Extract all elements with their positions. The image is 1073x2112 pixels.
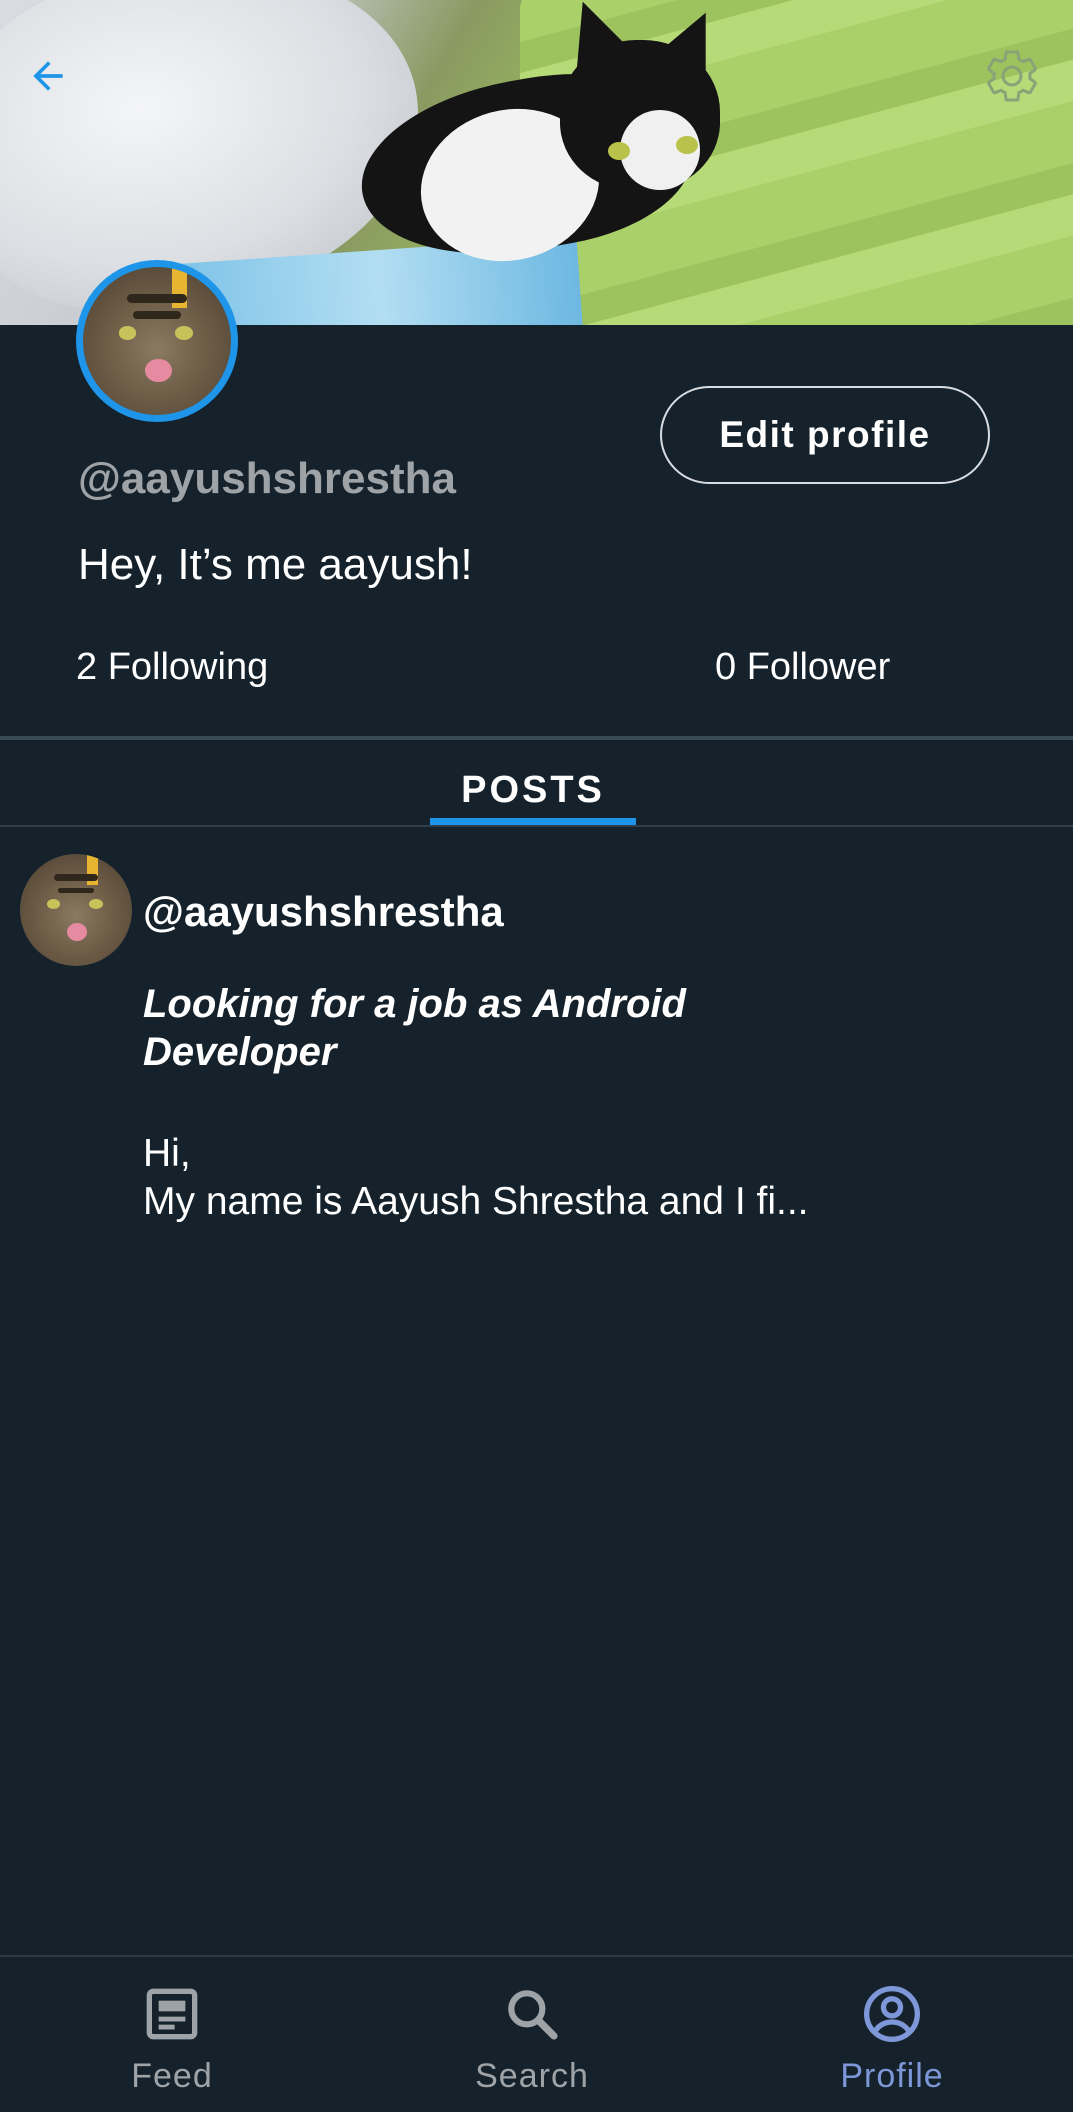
arrow-left-icon (33, 61, 63, 91)
profile-avatar[interactable] (76, 260, 238, 422)
tab-divider (0, 825, 1073, 827)
following-count[interactable]: 2 Following (76, 646, 268, 689)
profile-screen: Edit profile @aayushshrestha Hey, It’s m… (0, 0, 1073, 2112)
account-circle-icon (864, 1986, 920, 2042)
post-body: Hi, My name is Aayush Shrestha and I fi.… (143, 1132, 809, 1223)
nav-label-feed: Feed (131, 2057, 213, 2095)
section-divider (0, 736, 1073, 740)
post-author-avatar[interactable] (20, 854, 132, 966)
gear-icon (987, 50, 1037, 102)
tab-posts[interactable]: POSTS (430, 760, 636, 820)
profile-username: @aayushshrestha (78, 454, 456, 503)
feed-icon (146, 1988, 198, 2040)
bottom-navigation: Feed Search Profile (0, 1955, 1073, 2112)
back-button[interactable] (22, 50, 74, 102)
nav-item-feed[interactable]: Feed (52, 1957, 292, 2112)
nav-item-search[interactable]: Search (412, 1957, 652, 2112)
nav-item-profile[interactable]: Profile (772, 1957, 1012, 2112)
search-icon (508, 1990, 558, 2040)
post-title: Looking for a job as Android Developer (143, 982, 686, 1074)
settings-button[interactable] (980, 44, 1044, 108)
post-author-username[interactable]: @aayushshrestha (143, 888, 504, 936)
post-item[interactable]: @aayushshrestha Looking for a job as And… (0, 840, 1073, 1240)
profile-bio: Hey, It’s me aayush! (78, 540, 473, 589)
follower-count[interactable]: 0 Follower (715, 646, 890, 689)
edit-profile-button[interactable]: Edit profile (660, 386, 990, 484)
nav-label-search: Search (475, 2057, 589, 2095)
nav-label-profile: Profile (840, 2057, 944, 2095)
active-tab-indicator (430, 818, 636, 825)
